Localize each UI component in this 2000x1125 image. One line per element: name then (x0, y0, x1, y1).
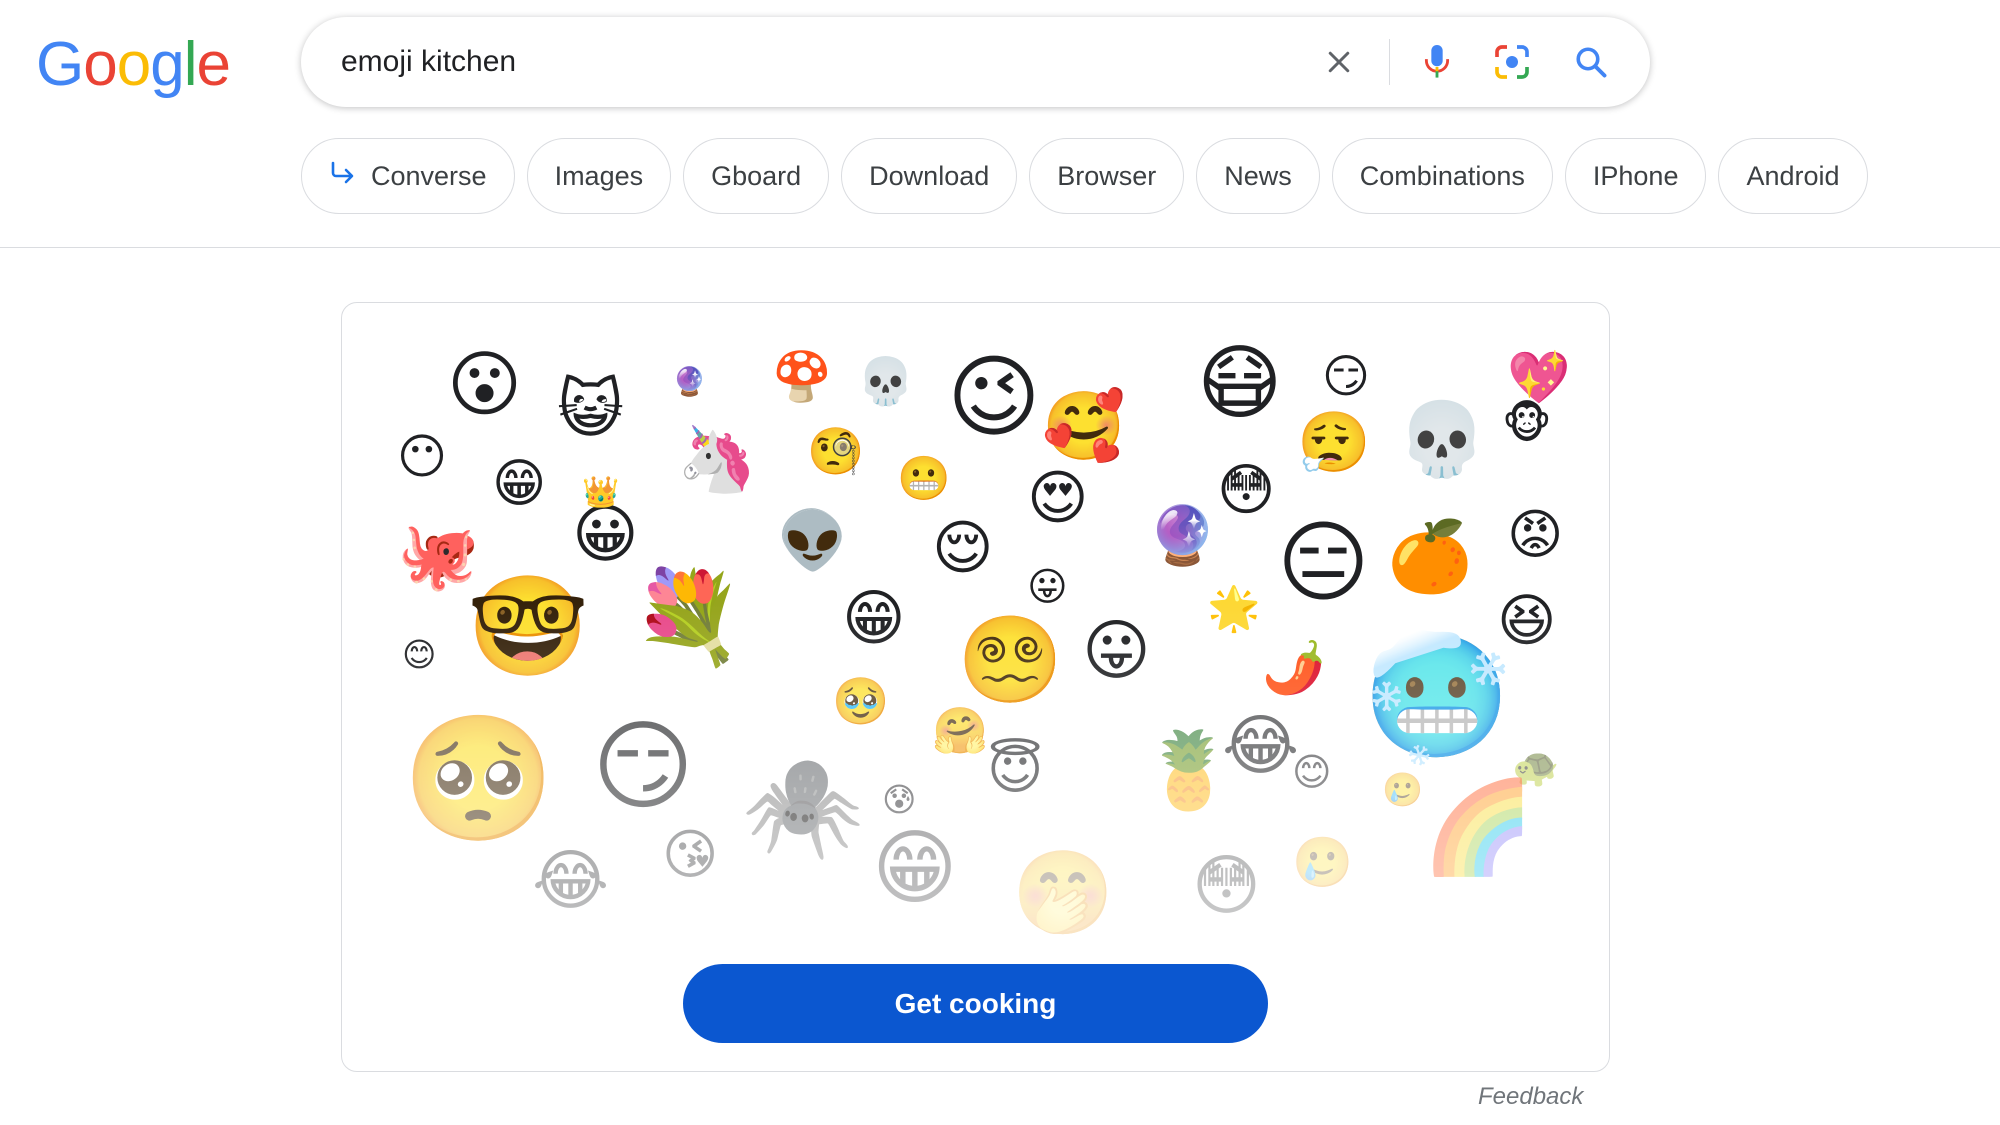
chip-images[interactable]: Images (526, 138, 672, 214)
chip-gboard[interactable]: Gboard (683, 138, 830, 214)
emoji-sticker: 👑 (582, 475, 620, 510)
emoji-sticker: 🥰 (1042, 387, 1126, 465)
emoji-sticker: 😁 (842, 583, 906, 654)
emoji-sticker: 😑 (1277, 510, 1370, 614)
chip-label: News (1224, 160, 1292, 191)
google-search-page: Google emoji kitchen Converse Images Gbo… (0, 0, 2000, 1125)
chip-news[interactable]: News (1196, 138, 1320, 214)
emoji-sticker: 🤓 (467, 570, 590, 684)
chip-combinations[interactable]: Combinations (1331, 138, 1553, 214)
emoji-sticker: 🥲 (1382, 770, 1424, 809)
emoji-sticker: 🥹 (832, 674, 890, 728)
chip-label: Combinations (1359, 160, 1525, 191)
chip-label: Download (869, 160, 990, 191)
chip-label: IPhone (1592, 160, 1679, 191)
emoji-sticker: 🧐 (807, 424, 865, 478)
emoji-sticker: 😶 (397, 429, 448, 485)
emoji-sticker: 🤗 (932, 704, 989, 757)
emoji-sticker: 😏 (592, 710, 695, 824)
chip-browser[interactable]: Browser (1029, 138, 1185, 214)
logo-letter: e (196, 30, 230, 99)
microphone-icon[interactable] (1412, 37, 1462, 87)
emoji-sticker: 💖 (1507, 349, 1571, 408)
emoji-sticker: 🦄 (677, 423, 757, 497)
emoji-sticker: 😏 (1322, 349, 1370, 403)
emoji-sticker: 😍 (1027, 463, 1089, 532)
emoji-sticker: 😷 (1197, 336, 1283, 431)
emoji-sticker: 😛 (1027, 565, 1068, 610)
arrow-return-icon (329, 161, 357, 192)
emoji-sticker: 🌈 (1422, 775, 1535, 880)
emoji-sticker: 🤭 (1012, 846, 1115, 941)
search-suggestion-chips: Converse Images Gboard Download Browser … (301, 138, 1868, 214)
emoji-sticker: 😂 (532, 842, 610, 919)
emoji-sticker: 🍄 (772, 349, 832, 405)
chip-converse[interactable]: Converse (301, 138, 515, 214)
emoji-sticker: 😮‍💨 (1297, 408, 1371, 477)
emoji-sticker: 😺 (557, 373, 624, 447)
emoji-sticker: 💀 (857, 354, 915, 408)
emoji-sticker: 😊 (1292, 750, 1332, 794)
close-icon[interactable] (1314, 37, 1364, 87)
emoji-sticker: 💐 (632, 565, 745, 670)
emoji-sticker: 💀 (1397, 397, 1487, 481)
emoji-sticker: 🥺 (402, 708, 556, 851)
emoji-sticker: 😮 (447, 342, 523, 426)
emoji-sticker: 😉 (947, 345, 1041, 450)
search-divider (1389, 39, 1390, 85)
emoji-sticker: 👽 (777, 508, 848, 574)
emoji-sticker: 😳 (1217, 458, 1276, 523)
emoji-sticker: 😁 (492, 454, 547, 514)
emoji-sticker: 😳 (1192, 847, 1261, 924)
chip-android[interactable]: Android (1718, 138, 1868, 214)
chip-download[interactable]: Download (841, 138, 1018, 214)
get-cooking-button[interactable]: Get cooking (683, 964, 1268, 1043)
emoji-sticker: 🐵 (1502, 399, 1552, 449)
google-logo[interactable]: Google (36, 30, 231, 100)
emoji-sticker: 😰 (882, 780, 917, 819)
emoji-sticker: 🌶️ (1262, 639, 1326, 698)
emoji-sticker: 😇 (987, 738, 1044, 801)
logo-letter: g (150, 30, 184, 99)
search-box (301, 17, 1650, 107)
chip-label: Android (1746, 160, 1840, 191)
chip-label: Images (554, 160, 644, 191)
emoji-sticker: 🔮 (672, 365, 707, 398)
emoji-sticker: 😌 (932, 513, 994, 582)
search-input[interactable] (341, 37, 1341, 87)
logo-letter: o (83, 30, 117, 99)
chip-label: Converse (371, 160, 487, 191)
feedback-link[interactable]: Feedback (1478, 1083, 1583, 1111)
emoji-sticker: 🍊 (1387, 517, 1473, 597)
emoji-sticker: 🔮 (1147, 503, 1218, 569)
emoji-sticker: 😂 (1222, 707, 1300, 784)
emoji-collage: 😮 😺 🔮 🍄 💀 😉 😶 😁 🦄 🧐 😬 🥰 😷 😏 😮‍💨 💀 🐵 💖 🐙 😀 👑 👽 😌 😍 🔮 😳 😑 🍊 😡 😛 🤓 💐 😁 😵‍💫 😛 🌟… (342, 303, 1609, 943)
camera-lens-icon[interactable] (1487, 37, 1537, 87)
emoji-sticker: 🥲 (1292, 834, 1354, 891)
emoji-sticker: 🌟 (1207, 584, 1261, 634)
emoji-kitchen-card: 😮 😺 🔮 🍄 💀 😉 😶 😁 🦄 🧐 😬 🥰 😷 😏 😮‍💨 💀 🐵 💖 🐙 😀 👑 👽 😌 😍 🔮 😳 😑 🍊 😡 😛 🤓 💐 😁 😵‍💫 😛 🌟… (341, 302, 1610, 1072)
emoji-sticker: 😊 (402, 635, 437, 674)
emoji-sticker: 😬 (897, 454, 951, 504)
emoji-sticker: 🕷️ (742, 750, 865, 864)
search-icon[interactable] (1566, 37, 1616, 87)
emoji-sticker: 🥶 (1362, 628, 1512, 767)
emoji-sticker: 😡 (1507, 503, 1564, 566)
chip-iphone[interactable]: IPhone (1564, 138, 1707, 214)
logo-letter: G (36, 30, 84, 99)
emoji-sticker: 😵‍💫 (957, 611, 1063, 710)
logo-letter: o (116, 30, 151, 99)
emoji-sticker: 😁 (872, 821, 958, 916)
chip-label: Browser (1057, 160, 1157, 191)
emoji-sticker: 😛 (1082, 612, 1151, 689)
header-divider (0, 247, 2000, 248)
logo-letter: l (183, 30, 198, 99)
emoji-sticker: 😘 (662, 823, 719, 886)
emoji-sticker: 😀 (572, 498, 639, 572)
chip-label: Gboard (711, 160, 802, 191)
